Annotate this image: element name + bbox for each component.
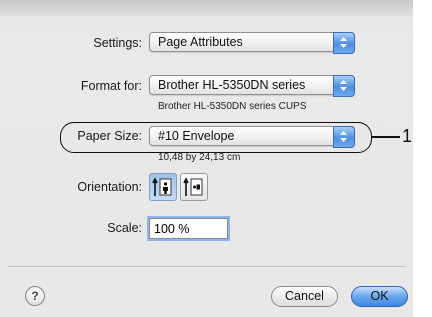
title-strip bbox=[0, 0, 413, 16]
portrait-icon bbox=[152, 177, 172, 196]
callout-outline bbox=[60, 122, 372, 153]
help-button[interactable]: ? bbox=[25, 286, 45, 306]
orientation-label: Orientation: bbox=[77, 180, 142, 194]
paper-size-detail: 10,48 by 24,13 cm bbox=[158, 152, 241, 163]
format-for-label: Format for: bbox=[80, 79, 142, 93]
ok-button[interactable]: OK bbox=[351, 286, 408, 307]
cancel-button[interactable]: Cancel bbox=[271, 286, 338, 307]
divider bbox=[8, 266, 405, 267]
scale-label: Scale: bbox=[107, 221, 142, 235]
callout-number: 1 bbox=[402, 126, 413, 146]
landscape-icon bbox=[183, 177, 203, 196]
format-for-detail: Brother HL-5350DN series CUPS bbox=[158, 101, 307, 112]
settings-value: Page Attributes bbox=[158, 35, 243, 49]
popup-arrows-icon bbox=[333, 32, 355, 54]
orientation-landscape-button[interactable] bbox=[180, 173, 208, 201]
settings-label: Settings: bbox=[93, 36, 142, 50]
format-for-value: Brother HL-5350DN series bbox=[158, 78, 306, 92]
page-setup-dialog: Settings: Page Attributes Format for: Br… bbox=[0, 0, 413, 317]
scale-input[interactable]: 100 % bbox=[149, 218, 228, 239]
settings-popup[interactable]: Page Attributes bbox=[149, 32, 355, 54]
format-for-popup[interactable]: Brother HL-5350DN series bbox=[149, 75, 355, 97]
orientation-portrait-button[interactable] bbox=[149, 173, 177, 201]
popup-arrows-icon bbox=[333, 75, 355, 97]
callout-leader-line bbox=[372, 136, 400, 138]
